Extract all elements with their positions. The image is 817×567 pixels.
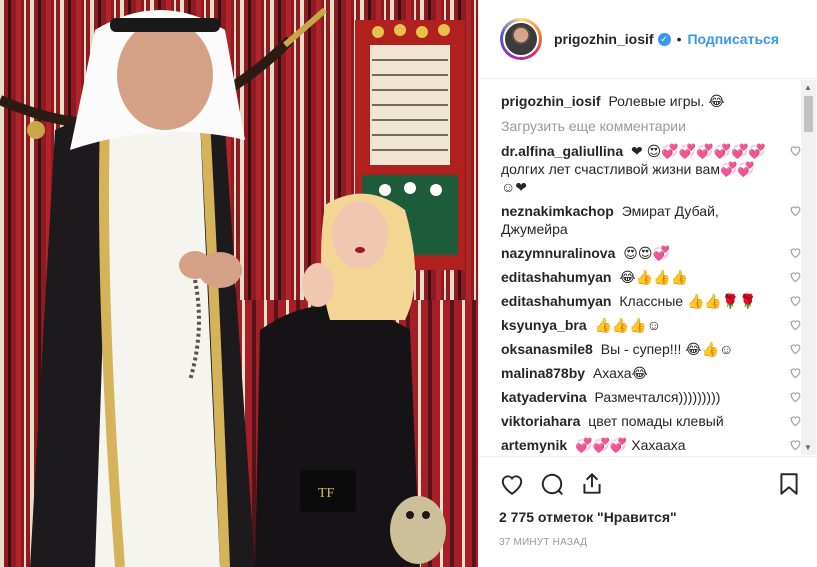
caption-username[interactable]: prigozhin_iosif: [501, 93, 601, 109]
post-photo[interactable]: TF: [0, 0, 478, 567]
comment-username[interactable]: nazymnuralinova: [501, 245, 615, 261]
comment-item: editashahumyan Классные 👍👍🌹🌹: [501, 292, 801, 310]
comment-text: 😍😍💞: [623, 245, 670, 261]
comment-text: цвет помады клевый: [588, 413, 724, 429]
post-timestamp[interactable]: 37 минут назад: [499, 537, 802, 548]
header-separator: •: [676, 31, 682, 47]
avatar-story-ring[interactable]: [500, 18, 542, 60]
comment-item: artemynik 💞💞💞 Хахаахa: [501, 436, 801, 454]
post-caption: prigozhin_iosif Ролевые игры. 😂: [501, 92, 794, 110]
post-header: prigozhin_iosif ✓ • Подписаться: [479, 0, 817, 79]
post-side-panel: prigozhin_iosif ✓ • Подписаться prigozhi…: [478, 0, 817, 567]
header-username[interactable]: prigozhin_iosif: [554, 31, 654, 47]
verified-badge-icon: ✓: [657, 32, 671, 46]
comment-item: neznakimkachop Эмират Дубай, Джумейра: [501, 202, 801, 238]
action-icons: [499, 467, 802, 501]
svg-text:TF: TF: [318, 486, 335, 501]
comment-username[interactable]: malina878by: [501, 365, 585, 381]
comment-username[interactable]: dr.alfina_galiullina: [501, 143, 623, 159]
comment-item: malina878by Ахаха😂: [501, 364, 801, 382]
comment-text: Размечтался))))))))): [594, 389, 721, 405]
comment-item: nazymnuralinova 😍😍💞: [501, 244, 801, 262]
comment-text: Ахаха😂: [592, 365, 648, 381]
comment-username[interactable]: artemynik: [501, 437, 567, 453]
comment-username[interactable]: oksanasmile8: [501, 341, 593, 357]
comment-text: Вы - супер!!! 😂👍☺: [600, 341, 734, 357]
comment-item: oksanasmile8 Вы - супер!!! 😂👍☺: [501, 340, 801, 358]
comment-username[interactable]: katyadervina: [501, 389, 587, 405]
heart-icon[interactable]: [499, 471, 525, 497]
scrollbar-thumb[interactable]: [804, 96, 813, 132]
post-actions: 2 775 отметок "Нравится" 37 минут назад: [479, 456, 817, 548]
post-photo-illustration: TF: [0, 0, 478, 567]
comment-text: Классные 👍👍🌹🌹: [619, 293, 757, 309]
load-more-comments-button[interactable]: Загрузить еще комментарии: [501, 118, 794, 134]
instagram-post: TF prigozhin_iosif ✓ • Подписаться prigo…: [0, 0, 817, 567]
comment-item: katyadervina Размечтался))))))))): [501, 388, 801, 406]
share-icon[interactable]: [579, 471, 605, 497]
comment-username[interactable]: editashahumyan: [501, 269, 611, 285]
likes-count[interactable]: 2 775 отметок "Нравится": [499, 509, 802, 525]
comments-list[interactable]: prigozhin_iosif Ролевые игры. 😂 Загрузит…: [479, 80, 817, 456]
comment-item: dr.alfina_galiullina ❤ 😍💞💞💞💞💞💞 долгих ле…: [501, 142, 801, 196]
comment-username[interactable]: viktoriahara: [501, 413, 580, 429]
avatar[interactable]: [503, 21, 539, 57]
bookmark-icon[interactable]: [776, 471, 802, 497]
comment-username[interactable]: neznakimkachop: [501, 203, 614, 219]
comments-scrollbar[interactable]: ▲ ▼: [801, 80, 816, 455]
comment-item: ksyunya_bra 👍👍👍☺: [501, 316, 801, 334]
comment-text: 😂👍👍👍: [619, 269, 689, 285]
caption-text: Ролевые игры. 😂: [608, 93, 725, 109]
follow-button[interactable]: Подписаться: [687, 31, 779, 47]
comment-username[interactable]: editashahumyan: [501, 293, 611, 309]
scroll-up-icon[interactable]: ▲: [804, 83, 812, 92]
comment-item: viktoriahara цвет помады клевый: [501, 412, 801, 430]
comment-icon[interactable]: [539, 471, 565, 497]
comment-text: 👍👍👍☺: [594, 317, 662, 333]
comment-item: editashahumyan 😂👍👍👍: [501, 268, 801, 286]
comment-username[interactable]: ksyunya_bra: [501, 317, 587, 333]
comment-text: 💞💞💞 Хахаахa: [575, 437, 686, 453]
scroll-down-icon[interactable]: ▼: [804, 443, 812, 452]
